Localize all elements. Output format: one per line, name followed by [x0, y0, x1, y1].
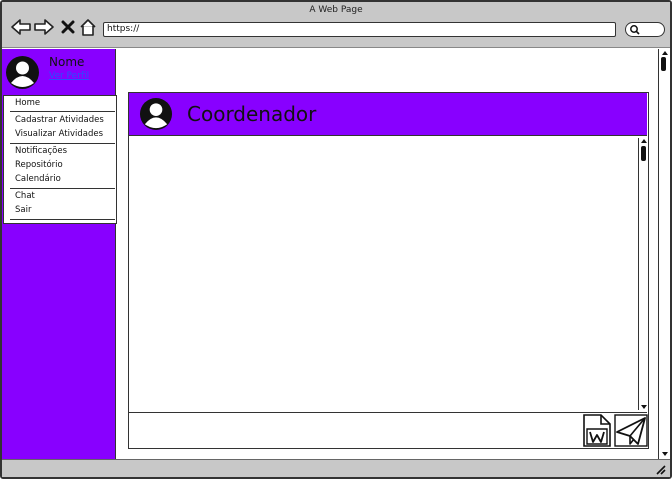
view-profile-link[interactable]: Ver Perfil: [49, 71, 89, 81]
page-scroll-thumb[interactable]: [661, 57, 666, 71]
search-field[interactable]: [625, 22, 665, 37]
message-input[interactable]: [131, 415, 577, 444]
menu-item-cadastrar-atividades[interactable]: Cadastrar Atividades: [15, 115, 104, 125]
menu-item-home[interactable]: Home: [15, 98, 40, 108]
scroll-down-icon[interactable]: [661, 451, 669, 457]
chat-panel: Coordenador: [128, 92, 649, 449]
window-title: A Web Page: [309, 5, 363, 15]
message-scroll-thumb[interactable]: [641, 146, 646, 161]
send-button[interactable]: [614, 414, 648, 447]
forward-arrow-icon[interactable]: [33, 16, 55, 38]
scroll-up-icon[interactable]: [640, 138, 648, 144]
menu-item-repositorio[interactable]: Repositório: [15, 160, 63, 170]
menu-item-visualizar-atividades[interactable]: Visualizar Atividades: [15, 129, 103, 139]
contact-avatar-icon: [139, 97, 173, 131]
scroll-up-icon[interactable]: [661, 50, 669, 56]
chat-title: Coordenador: [187, 102, 317, 126]
word-document-icon: [583, 414, 611, 447]
menu-item-chat[interactable]: Chat: [15, 191, 35, 201]
menu-divider: [10, 188, 115, 189]
chat-header: Coordenador: [129, 93, 647, 136]
search-icon: [630, 25, 640, 35]
attach-document-button[interactable]: [582, 414, 612, 447]
message-area[interactable]: [129, 136, 647, 412]
close-icon[interactable]: [57, 16, 79, 38]
resize-grip-icon[interactable]: [654, 463, 666, 475]
browser-toolbar: A Web Page https://: [2, 2, 670, 48]
page-scrollbar[interactable]: [658, 49, 670, 459]
menu-divider: [10, 143, 115, 144]
nav-menu: Home Cadastrar Atividades Visualizar Ati…: [3, 95, 117, 224]
menu-divider: [10, 219, 115, 220]
menu-item-sair[interactable]: Sair: [15, 205, 31, 215]
back-arrow-icon[interactable]: [10, 16, 32, 38]
menu-divider: [10, 111, 115, 112]
menu-item-calendario[interactable]: Calendário: [15, 174, 61, 184]
sidebar: Nome Ver Perfil Home Cadastrar Atividade…: [2, 49, 117, 459]
paper-plane-icon: [614, 414, 648, 447]
scroll-down-icon[interactable]: [640, 404, 648, 410]
avatar-icon[interactable]: [5, 55, 40, 90]
status-bar: [2, 459, 670, 477]
menu-item-notificacoes[interactable]: Notificações: [15, 146, 67, 156]
user-name: Nome: [49, 55, 85, 69]
home-icon[interactable]: [77, 16, 99, 38]
message-composer: [129, 412, 648, 447]
message-scrollbar[interactable]: [638, 138, 648, 410]
url-input[interactable]: https://: [103, 22, 616, 37]
